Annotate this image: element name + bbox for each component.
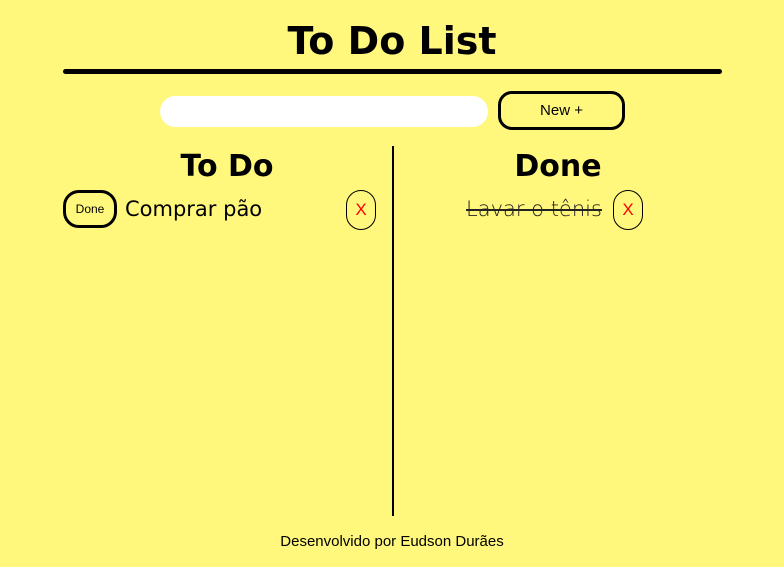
page-title: To Do List bbox=[287, 19, 497, 63]
done-column-heading: Done bbox=[514, 149, 602, 184]
todo-app: To Do List New + To Do Done Done Comprar… bbox=[0, 0, 784, 567]
task-text: Comprar pão bbox=[125, 197, 263, 221]
remove-task-button[interactable]: X bbox=[346, 190, 376, 230]
completed-task-text: Lavar o tênis bbox=[466, 197, 602, 221]
title-divider bbox=[63, 69, 722, 74]
new-task-button[interactable]: New + bbox=[498, 91, 625, 130]
footer-credit: Desenvolvido por Eudson Durães bbox=[280, 533, 504, 550]
todo-column-heading: To Do bbox=[180, 149, 274, 184]
mark-done-button[interactable]: Done bbox=[63, 190, 117, 228]
new-task-input[interactable] bbox=[160, 96, 488, 127]
remove-completed-task-button[interactable]: X bbox=[613, 190, 643, 230]
column-divider bbox=[392, 146, 394, 516]
